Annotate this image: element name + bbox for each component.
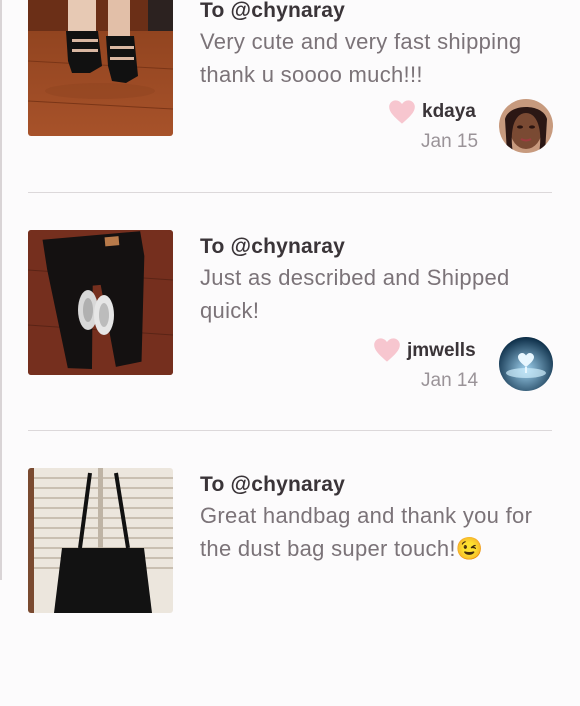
black-strappy-heels-photo (28, 0, 173, 136)
review-message: Just as described and Shipped quick! (200, 265, 510, 323)
review-date: Jan 14 (421, 370, 479, 391)
heart-icon[interactable] (373, 337, 401, 363)
listing-thumbnail-heels[interactable] (28, 0, 173, 136)
blue-water-heart-avatar (499, 337, 553, 391)
review-item: To @chynaray Just as described and Shipp… (0, 230, 580, 468)
review-date: Jan 15 (421, 131, 479, 152)
review-recipient: To @chynaray (200, 235, 346, 258)
review-divider (28, 192, 552, 193)
review-item: To @chynaray Very cute and very fast shi… (0, 0, 580, 229)
listing-thumbnail-handbag[interactable] (28, 468, 173, 613)
review-divider (28, 430, 552, 431)
review-recipient: To @chynaray (200, 473, 346, 496)
black-handbag-photo (28, 468, 173, 613)
listing-thumbnail-jeans[interactable] (28, 230, 173, 375)
black-jeans-and-sneakers-photo (28, 230, 173, 375)
review-message: Very cute and very fast shipping thank u… (200, 29, 522, 87)
reviewer-avatar[interactable] (499, 337, 553, 391)
reviewer-username[interactable]: jmwells (407, 340, 476, 362)
reviewer-avatar[interactable] (499, 99, 553, 153)
heart-icon[interactable] (388, 99, 416, 125)
review-recipient: To @chynaray (200, 0, 346, 22)
reviewer-username[interactable]: kdaya (422, 101, 476, 123)
woman-portrait-avatar (499, 99, 553, 153)
review-item: To @chynaray Great handbag and thank you… (0, 468, 580, 706)
review-message: Great handbag and thank you for the dust… (200, 503, 533, 561)
